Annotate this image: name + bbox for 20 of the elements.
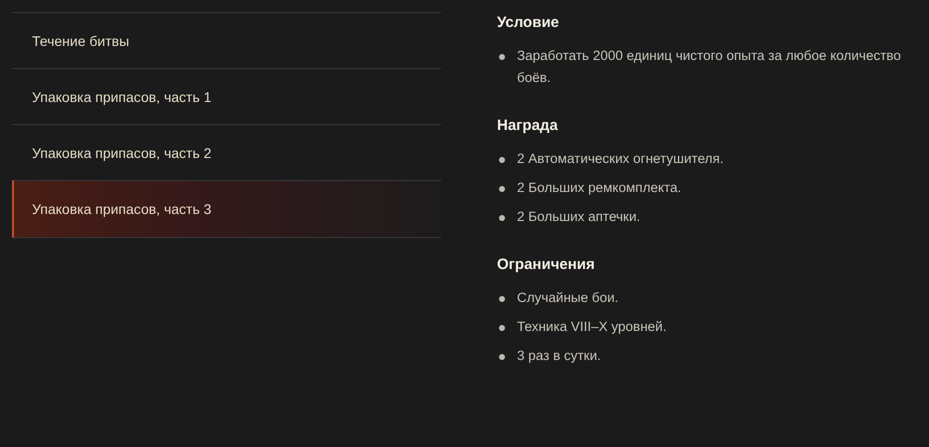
- list-item-text: 2 Автоматических огнетушителя.: [517, 150, 724, 168]
- section-heading: Награда: [497, 117, 559, 134]
- bullet-icon: [499, 54, 505, 60]
- section-heading: Условие: [497, 14, 560, 31]
- section-heading: Ограничения: [497, 256, 596, 273]
- bullet-icon: [499, 157, 505, 163]
- list-item-text: 3 раз в сутки.: [517, 347, 601, 365]
- bullet-icon: [499, 354, 505, 360]
- list-item-text: Техника VIII–X уровней.: [517, 318, 666, 336]
- bullet-icon: [499, 325, 505, 331]
- menu-item[interactable]: Упаковка припасов, часть 3: [12, 180, 441, 238]
- bullet-icon: [499, 296, 505, 302]
- list-item-text: Заработать 2000 единиц чистого опыта за любое количество боёв.: [517, 47, 902, 87]
- list-item-text: 2 Больших ремкомплекта.: [517, 179, 682, 197]
- menu-item[interactable]: Течение битвы: [12, 12, 441, 68]
- bullet-icon: [499, 215, 505, 221]
- list-item-text: Случайные бои.: [517, 289, 618, 307]
- list-item-text: 2 Больших аптечки.: [517, 208, 640, 226]
- bullet-icon: [499, 186, 505, 192]
- menu-item[interactable]: Упаковка припасов, часть 1: [12, 68, 441, 124]
